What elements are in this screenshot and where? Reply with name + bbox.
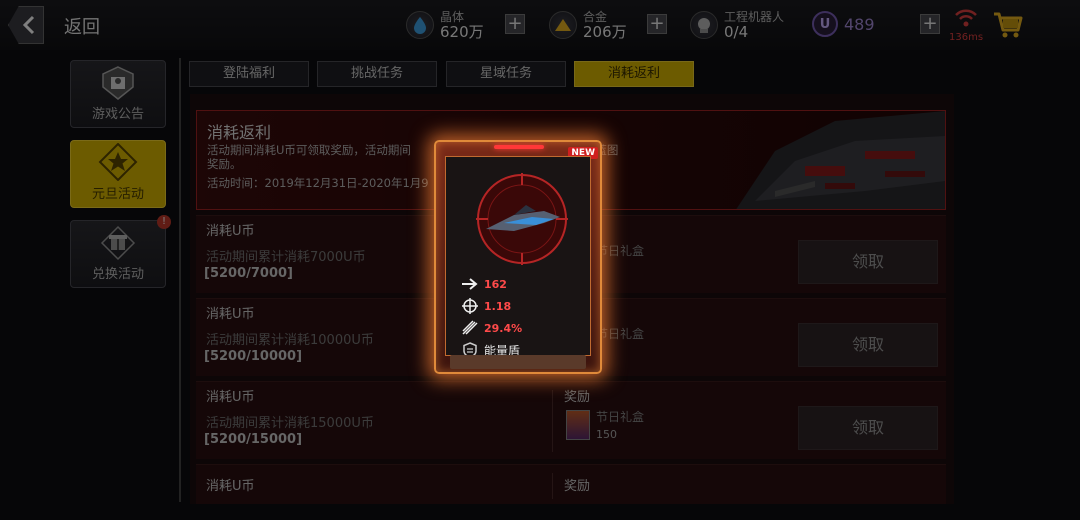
- speed-arrow-icon: [460, 276, 480, 292]
- stat-accuracy: 1.18: [460, 297, 511, 315]
- card-glow-bar: [494, 145, 544, 149]
- stat-value: 162: [484, 277, 507, 291]
- ship-emblem-icon: [476, 173, 568, 265]
- crosshair-icon: [460, 298, 480, 314]
- stat-missile: 29.4%: [460, 319, 522, 337]
- stat-speed: 162: [460, 275, 507, 293]
- card-body: 162 1.18 29.4% 能量盾: [445, 156, 591, 358]
- stat-value: 29.4%: [484, 321, 523, 335]
- ship-card-popup[interactable]: NEW 162 1.18 29.4% 能量盾: [434, 140, 602, 374]
- stat-value: 1.18: [484, 299, 512, 313]
- card-footer: [450, 355, 586, 369]
- missile-icon: [460, 320, 480, 336]
